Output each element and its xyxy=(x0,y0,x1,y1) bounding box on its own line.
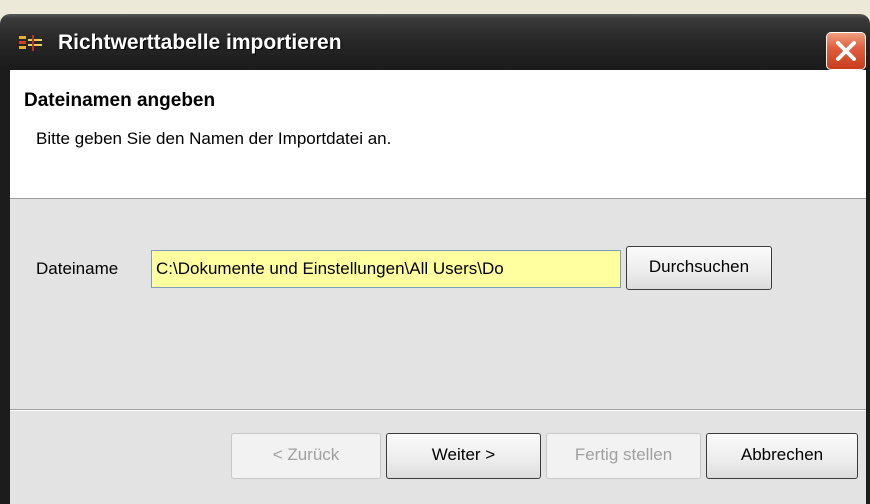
window-frame-left xyxy=(0,70,10,504)
filename-input[interactable] xyxy=(151,250,621,288)
wizard-footer: < Zurück Weiter > Fertig stellen Abbrech… xyxy=(10,411,866,504)
app-icon xyxy=(18,33,44,53)
import-dialog-window: Richtwerttabelle importieren Dateinamen … xyxy=(0,0,870,504)
browse-button[interactable]: Durchsuchen xyxy=(626,246,772,290)
close-button[interactable] xyxy=(826,32,866,70)
finish-button[interactable]: Fertig stellen xyxy=(546,433,701,479)
filename-label: Dateiname xyxy=(36,259,119,278)
title-bar[interactable]: Richtwerttabelle importieren xyxy=(0,14,870,70)
page-title: Dateinamen angeben xyxy=(24,90,216,111)
wizard-body: Dateiname Durchsuchen xyxy=(10,199,866,409)
window-title: Richtwerttabelle importieren xyxy=(58,31,342,54)
next-button[interactable]: Weiter > xyxy=(386,433,541,479)
close-icon xyxy=(836,41,856,61)
cancel-button[interactable]: Abbrechen xyxy=(706,433,858,479)
back-button[interactable]: < Zurück xyxy=(231,433,381,479)
wizard-header: Dateinamen angeben Bitte geben Sie den N… xyxy=(10,70,866,199)
page-description: Bitte geben Sie den Namen der Importdate… xyxy=(36,129,392,148)
window-frame-right xyxy=(866,70,870,504)
